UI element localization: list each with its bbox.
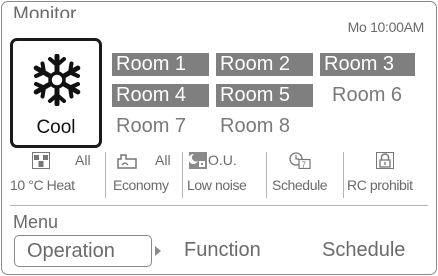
- low-noise-label: Low noise: [187, 177, 247, 193]
- chevron-right-icon: [155, 246, 161, 256]
- tab-function[interactable]: Function: [184, 235, 261, 267]
- lock-icon: [376, 152, 394, 169]
- svg-text:7: 7: [302, 161, 307, 170]
- economy-icon: [117, 154, 137, 169]
- heat-10c-label: 10 °C Heat: [10, 177, 75, 193]
- room-7-button[interactable]: Room 7: [112, 115, 209, 138]
- divider: [182, 152, 183, 198]
- divider: [10, 205, 428, 206]
- date-time: Mo 10:00AM: [347, 19, 425, 35]
- heat-10c-function[interactable]: 1 All 10 °C Heat: [10, 150, 100, 202]
- schedule-function[interactable]: 7 Schedule: [269, 150, 339, 202]
- low-noise-icon: [189, 152, 207, 169]
- screen-title: Monitor: [13, 4, 77, 18]
- rc-prohibit-function[interactable]: RC prohibit: [346, 150, 430, 202]
- schedule-label: Schedule: [272, 177, 328, 193]
- room-1-button[interactable]: Room 1: [112, 53, 209, 76]
- monitor-screen: Monitor Mo 10:00AM Cool Room 1 Room 2 Ro…: [1, 1, 437, 275]
- mode-label: Cool: [36, 117, 76, 138]
- economy-function[interactable]: All Economy: [108, 150, 178, 202]
- divider: [105, 152, 106, 198]
- mode-button[interactable]: Cool: [10, 38, 102, 148]
- low-noise-value: O.U.: [208, 152, 237, 168]
- low-noise-function[interactable]: O.U. Low noise: [185, 150, 263, 202]
- room-6-button[interactable]: Room 6: [328, 84, 414, 107]
- room-4-button[interactable]: Room 4: [112, 84, 209, 107]
- schedule-icon: 7: [289, 152, 311, 169]
- snowflake-icon: [33, 54, 81, 106]
- heat-10c-icon: 1: [32, 152, 50, 169]
- tab-schedule[interactable]: Schedule: [322, 235, 405, 267]
- room-5-button[interactable]: Room 5: [216, 84, 313, 107]
- divider: [343, 152, 344, 198]
- room-8-button[interactable]: Room 8: [216, 115, 313, 138]
- heat-10c-value: All: [75, 152, 91, 168]
- economy-label: Economy: [113, 177, 169, 193]
- tab-operation[interactable]: Operation: [14, 235, 152, 267]
- divider: [266, 152, 267, 198]
- room-2-button[interactable]: Room 2: [216, 53, 313, 76]
- rc-prohibit-label: RC prohibit: [347, 177, 413, 193]
- economy-value: All: [155, 152, 171, 168]
- room-3-button[interactable]: Room 3: [320, 53, 415, 76]
- menu-title: Menu: [13, 212, 59, 232]
